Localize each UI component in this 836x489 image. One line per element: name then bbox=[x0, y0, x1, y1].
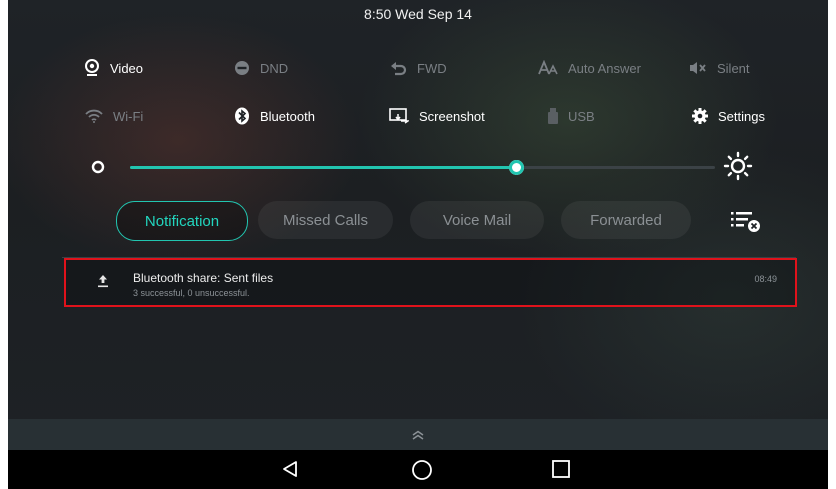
brightness-high-icon bbox=[723, 151, 753, 181]
qs-silent[interactable]: Silent bbox=[689, 56, 750, 80]
recents-icon[interactable] bbox=[551, 459, 571, 479]
screenshot-icon bbox=[389, 108, 409, 124]
brightness-slider-fill bbox=[130, 166, 517, 169]
qs-wifi-label: Wi-Fi bbox=[113, 108, 144, 124]
collapse-handle[interactable] bbox=[8, 419, 828, 450]
status-bar-time: 8:50 Wed Sep 14 bbox=[364, 6, 472, 22]
qs-bluetooth[interactable]: Bluetooth bbox=[234, 104, 315, 128]
back-icon[interactable] bbox=[280, 459, 300, 479]
qs-dnd-label: DND bbox=[260, 60, 289, 76]
auto-answer-icon bbox=[538, 60, 558, 75]
qs-video-label: Video bbox=[110, 60, 144, 76]
qs-fwd[interactable]: FWD bbox=[389, 56, 447, 80]
qs-wifi[interactable]: Wi-Fi bbox=[85, 104, 143, 128]
qs-screenshot[interactable]: Screenshot bbox=[389, 104, 485, 128]
tab-missed-calls[interactable]: Missed Calls bbox=[258, 201, 393, 239]
tab-notification[interactable]: Notification bbox=[116, 201, 248, 241]
qs-screenshot-label: Screenshot bbox=[419, 108, 485, 124]
clear-notifications-icon[interactable] bbox=[730, 208, 762, 234]
wifi-icon bbox=[85, 109, 103, 123]
screen: 8:50 Wed Sep 14 Video DND FWD Auto Answe… bbox=[8, 0, 828, 489]
brightness-slider-thumb[interactable] bbox=[508, 160, 524, 175]
brightness-slider[interactable] bbox=[130, 160, 715, 175]
gear-icon bbox=[692, 108, 708, 124]
dnd-icon bbox=[235, 61, 249, 75]
notification-time: 08:49 bbox=[754, 274, 777, 284]
notification-title: Bluetooth share: Sent files bbox=[133, 271, 274, 285]
upload-icon bbox=[98, 275, 108, 288]
tab-voice-mail[interactable]: Voice Mail bbox=[410, 201, 544, 239]
brightness-low-icon bbox=[91, 160, 105, 174]
forward-icon bbox=[391, 62, 407, 76]
usb-icon bbox=[548, 108, 558, 124]
qs-usb[interactable]: USB bbox=[548, 104, 595, 128]
qs-auto-answer[interactable]: Auto Answer bbox=[538, 56, 641, 80]
qs-auto-answer-label: Auto Answer bbox=[568, 60, 641, 76]
notification-item[interactable]: Bluetooth share: Sent files 3 successful… bbox=[64, 258, 797, 307]
video-icon bbox=[85, 59, 99, 76]
navigation-bar bbox=[8, 450, 828, 489]
qs-settings[interactable]: Settings bbox=[692, 104, 765, 128]
qs-usb-label: USB bbox=[568, 108, 595, 124]
qs-bluetooth-label: Bluetooth bbox=[260, 108, 315, 124]
qs-video[interactable]: Video bbox=[84, 56, 143, 80]
qs-dnd[interactable]: DND bbox=[234, 56, 288, 80]
bluetooth-icon bbox=[235, 107, 249, 125]
qs-fwd-label: FWD bbox=[417, 60, 447, 76]
qs-settings-label: Settings bbox=[718, 108, 765, 124]
chevron-up-icon bbox=[412, 430, 424, 440]
notification-subtitle: 3 successful, 0 unsuccessful. bbox=[133, 288, 250, 298]
qs-silent-label: Silent bbox=[717, 60, 750, 76]
tab-forwarded[interactable]: Forwarded bbox=[561, 201, 691, 239]
home-icon[interactable] bbox=[411, 459, 433, 481]
silent-icon bbox=[690, 62, 706, 74]
